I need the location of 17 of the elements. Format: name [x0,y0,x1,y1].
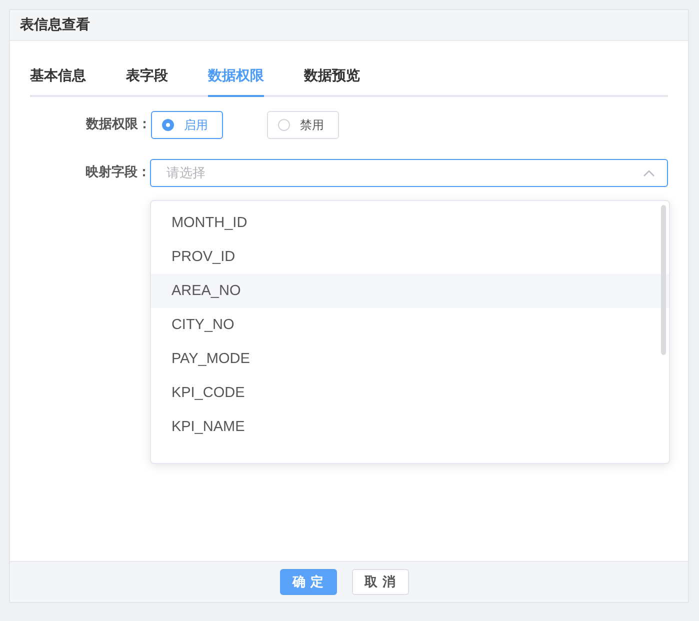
dropdown-option[interactable]: AREA_NO [151,274,670,308]
dropdown-option[interactable]: PAY_MODE [151,342,670,376]
chevron-icon [643,169,655,177]
dialog-title: 表信息查看 [20,16,90,34]
tab[interactable]: 表字段 [126,57,168,97]
radio-button[interactable]: 禁用 [267,111,339,139]
scrollbar[interactable] [661,205,666,355]
field-label: 数据权限： [84,116,151,134]
dropdown-option[interactable]: PROV_ID [151,240,670,274]
tab[interactable]: 基本信息 [30,57,86,97]
cancel-button[interactable]: 取 消 [352,569,408,595]
tab[interactable]: 数据预览 [304,57,360,97]
dropdown-option[interactable]: KPI_CODE [151,376,670,410]
dropdown-option[interactable]: KPI_NAME [151,410,670,444]
dropdown-option[interactable]: CITY_NO [151,308,670,342]
dropdown-option[interactable]: MONTH_ID [151,206,670,240]
field-label: 映射字段： [84,164,150,182]
